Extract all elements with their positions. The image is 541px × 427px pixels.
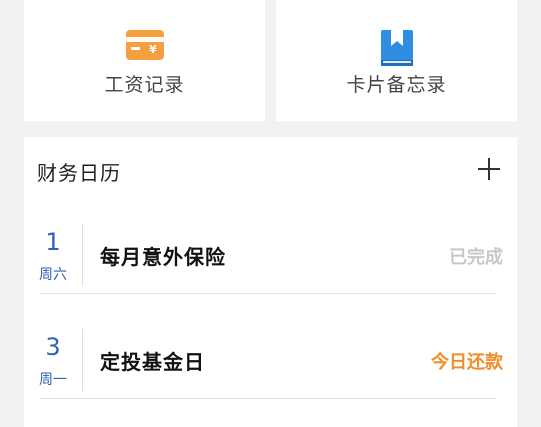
plus-icon	[478, 158, 500, 180]
add-event-button[interactable]	[477, 157, 501, 181]
card-memo-label: 卡片备忘录	[346, 74, 447, 96]
salary-record-label: 工资记录	[104, 74, 185, 96]
calendar-event-row[interactable]: 3 周一 定投基金日 今日还款	[24, 329, 517, 399]
event-status-badge[interactable]: 今日还款	[431, 348, 503, 374]
event-weekday: 周六	[39, 267, 67, 283]
bookmark-book-icon	[380, 30, 413, 70]
event-name: 每月意外保险	[100, 245, 226, 269]
finance-calendar-card: 财务日历 1 周六 每月意外保险 已完成 3 周一 定投基金日 今日还款	[24, 137, 517, 427]
row-separator	[40, 398, 496, 399]
event-day: 1	[45, 228, 61, 256]
divider	[82, 329, 83, 391]
finance-calendar-title: 财务日历	[37, 161, 121, 185]
salary-card-icon: ¥	[125, 30, 164, 64]
card-memo-tile[interactable]: 卡片备忘录	[276, 0, 517, 121]
salary-record-tile[interactable]: ¥ 工资记录	[24, 0, 265, 121]
calendar-event-row[interactable]: 1 周六 每月意外保险 已完成	[24, 224, 517, 294]
event-day: 3	[45, 333, 61, 361]
event-name: 定投基金日	[100, 350, 205, 374]
event-status-badge: 已完成	[449, 247, 503, 268]
svg-text:¥: ¥	[149, 43, 157, 56]
divider	[82, 224, 83, 286]
event-weekday: 周一	[39, 372, 67, 388]
row-separator	[40, 293, 496, 294]
